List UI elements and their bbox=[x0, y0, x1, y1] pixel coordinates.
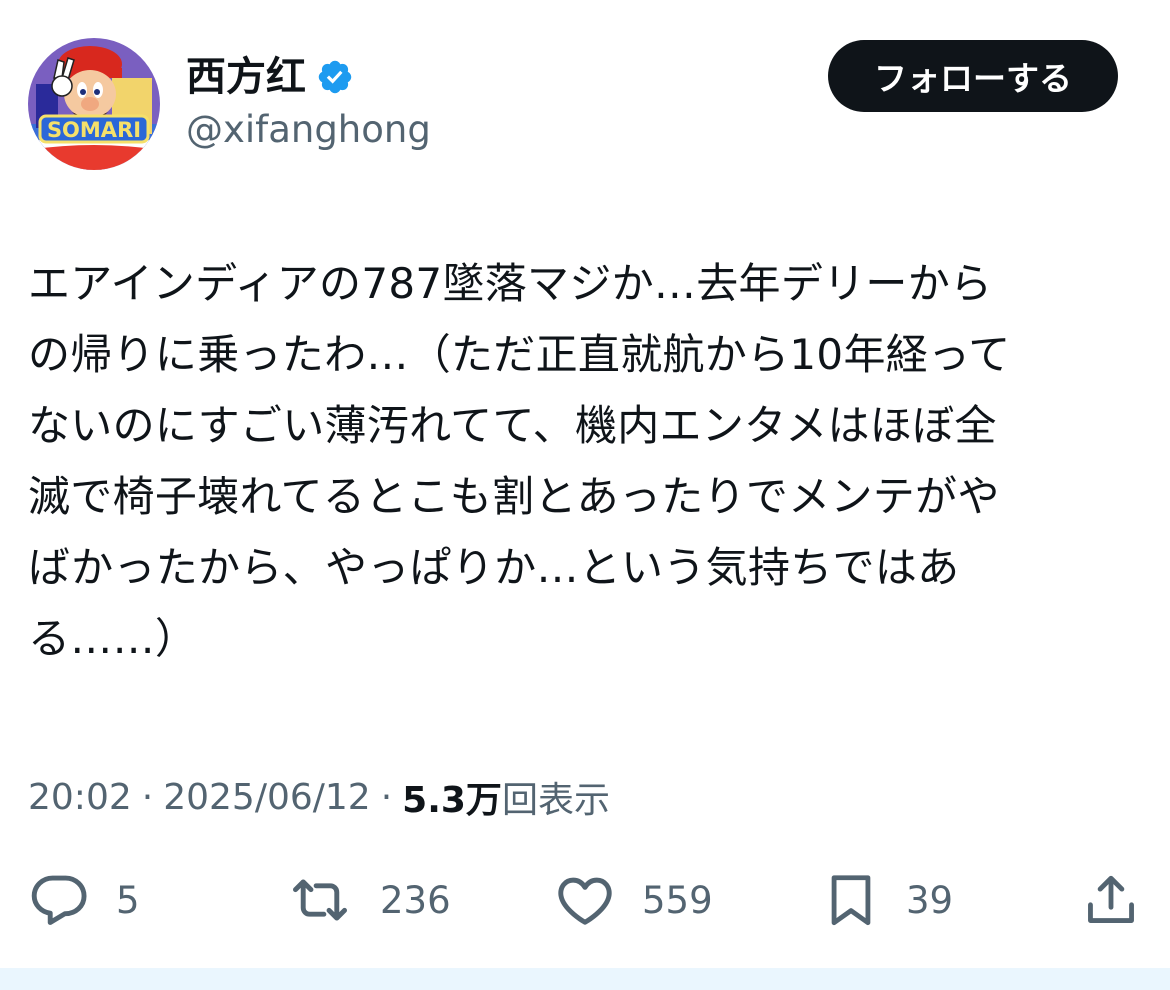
reply-button[interactable]: 5 bbox=[28, 860, 140, 940]
meta-separator: · bbox=[380, 776, 393, 818]
views-label: 回表示 bbox=[501, 780, 610, 821]
tweet-meta: 20:02 · 2025/06/12 · 5.3万 回表示 bbox=[28, 770, 610, 824]
bookmark-button[interactable]: 39 bbox=[822, 860, 953, 940]
avatar-image: SOMARI bbox=[28, 38, 160, 170]
author-display-name[interactable]: 西方红 bbox=[186, 52, 306, 102]
like-button[interactable]: 559 bbox=[554, 860, 713, 940]
repost-button[interactable]: 236 bbox=[286, 860, 451, 940]
action-bar: 5 236 559 39 bbox=[0, 860, 1170, 940]
bottom-edge-strip bbox=[0, 968, 1170, 990]
tweet-date[interactable]: 2025/06/12 bbox=[163, 777, 371, 818]
tweet-text: エアインディアの787墜落マジか…去年デリーから の帰りに乗ったわ…（ただ正直就… bbox=[28, 259, 1011, 663]
avatar[interactable]: SOMARI bbox=[28, 38, 160, 170]
like-count: 559 bbox=[642, 878, 713, 922]
avatar-logo-text: SOMARI bbox=[47, 118, 141, 142]
bookmark-icon bbox=[831, 875, 871, 926]
share-button[interactable] bbox=[1082, 860, 1140, 940]
tweet-time[interactable]: 20:02 bbox=[28, 777, 132, 818]
bookmark-count: 39 bbox=[906, 878, 954, 922]
follow-button[interactable]: フォローする bbox=[828, 40, 1118, 112]
meta-separator: · bbox=[141, 776, 154, 818]
share-icon bbox=[1088, 875, 1134, 923]
author-name-row: 西方红 bbox=[186, 52, 354, 102]
repost-count: 236 bbox=[380, 878, 451, 922]
repost-icon bbox=[293, 879, 347, 921]
reply-count: 5 bbox=[116, 878, 140, 922]
verified-badge-icon bbox=[316, 58, 354, 96]
heart-icon bbox=[558, 877, 612, 925]
reply-icon bbox=[31, 875, 87, 925]
views-count: 5.3万 bbox=[402, 780, 502, 821]
author-handle[interactable]: @xifanghong bbox=[186, 106, 431, 154]
